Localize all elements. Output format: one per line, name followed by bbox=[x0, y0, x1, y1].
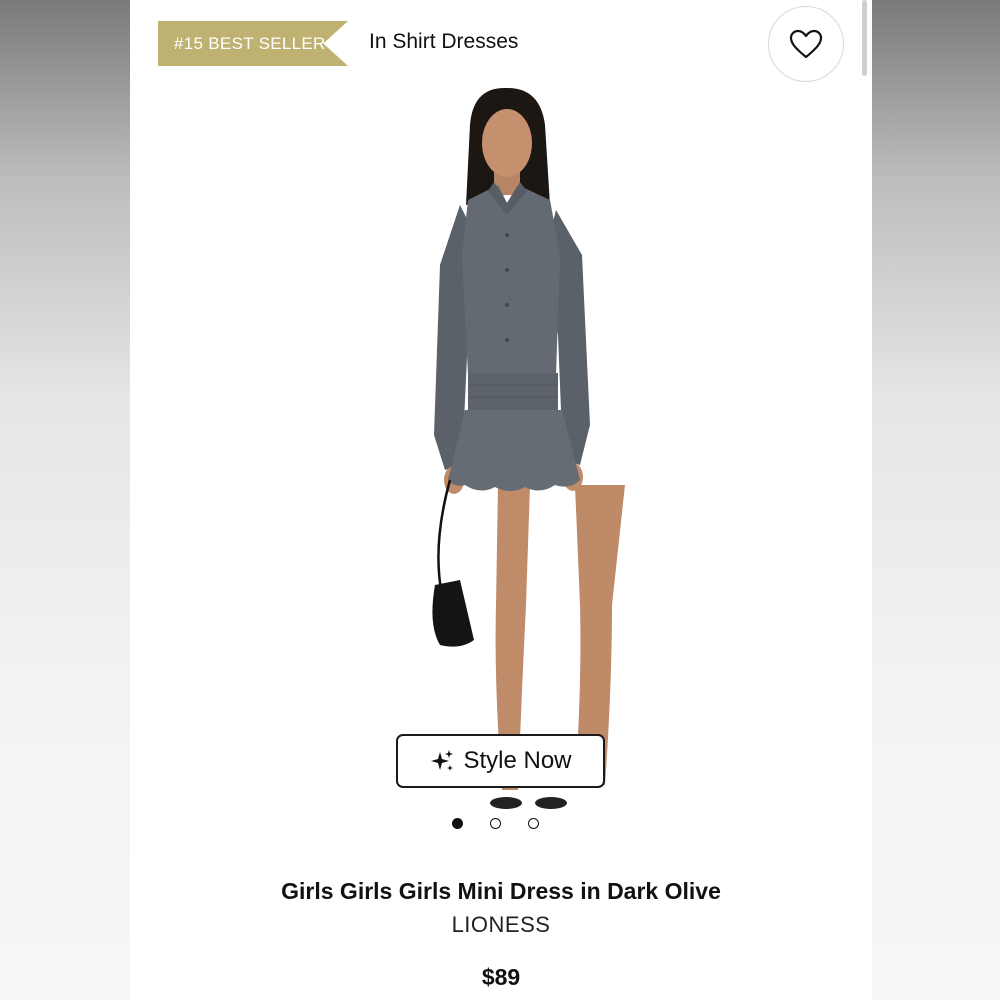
favorite-button[interactable] bbox=[768, 6, 844, 82]
left-backdrop bbox=[0, 0, 130, 1000]
product-title: Girls Girls Girls Mini Dress in Dark Oli… bbox=[281, 878, 721, 904]
product-price: $89 bbox=[481, 964, 521, 990]
pagination-dot-2[interactable] bbox=[490, 818, 501, 829]
sparkle-icon bbox=[431, 750, 454, 771]
scrollbar[interactable] bbox=[862, 0, 867, 76]
product-image[interactable] bbox=[370, 85, 640, 835]
image-pagination bbox=[452, 818, 539, 829]
best-seller-badge-label: #15 BEST SELLER bbox=[174, 33, 326, 53]
style-now-label: Style Now bbox=[463, 747, 572, 774]
heart-outline-icon bbox=[789, 29, 823, 59]
best-seller-badge: #15 BEST SELLER bbox=[158, 21, 348, 66]
pagination-dot-1[interactable] bbox=[452, 818, 463, 829]
product-page: #15 BEST SELLER In Shirt Dresses Style N… bbox=[130, 0, 872, 1000]
brand-name[interactable]: LIONESS bbox=[130, 912, 872, 938]
pagination-dot-3[interactable] bbox=[528, 818, 539, 829]
category-label: In Shirt Dresses bbox=[369, 30, 519, 53]
right-backdrop bbox=[872, 0, 1000, 1000]
style-now-button[interactable]: Style Now bbox=[396, 734, 605, 788]
